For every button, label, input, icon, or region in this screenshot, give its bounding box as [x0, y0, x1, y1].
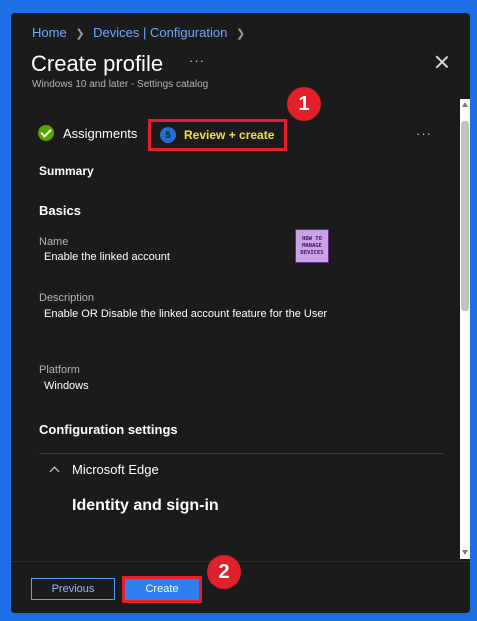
create-button[interactable]: Create [125, 579, 199, 600]
chevron-right-icon: ❯ [235, 28, 246, 40]
description-label: Description [39, 292, 95, 304]
breadcrumb: Home ❯ Devices | Configuration ❯ [32, 25, 250, 40]
description-value: Enable OR Disable the linked account fea… [44, 308, 328, 320]
create-button-highlight: Create [122, 576, 202, 603]
step-review-create[interactable]: 5 Review + create [148, 119, 287, 151]
page-subtitle: Windows 10 and later - Settings catalog [32, 79, 209, 90]
name-value: Enable the linked account [44, 251, 170, 263]
scrollbar-thumb[interactable] [461, 121, 469, 311]
platform-label: Platform [39, 364, 80, 376]
annotation-badge-2: 2 [207, 555, 241, 589]
truncated-setting-row [91, 555, 321, 559]
chevron-up-icon[interactable] [49, 466, 60, 477]
step-label: Review + create [184, 128, 275, 142]
summary-heading: Summary [39, 164, 94, 178]
basics-heading: Basics [39, 203, 81, 218]
how-to-manage-devices-logo: HOW TO MANAGE DEVICES [295, 229, 329, 263]
scroll-down-icon[interactable] [462, 550, 468, 555]
step-label: Assignments [63, 125, 138, 141]
annotation-badge-1: 1 [287, 87, 321, 121]
create-profile-panel: Home ❯ Devices | Configuration ❯ Create … [11, 13, 470, 613]
platform-value: Windows [44, 380, 89, 392]
category-title: Identity and sign-in [72, 497, 219, 514]
divider [39, 453, 443, 454]
checkmark-icon [38, 125, 54, 141]
settings-group-microsoft-edge[interactable]: Microsoft Edge [72, 462, 159, 477]
step-assignments[interactable]: Assignments [38, 125, 137, 141]
breadcrumb-devices-configuration[interactable]: Devices | Configuration [93, 25, 227, 40]
breadcrumb-home[interactable]: Home [32, 25, 67, 40]
scroll-up-icon[interactable] [462, 102, 468, 107]
scrollbar[interactable] [460, 99, 470, 559]
page-title: Create profile [31, 51, 164, 76]
previous-button[interactable]: Previous [31, 578, 115, 600]
step-number-icon: 5 [160, 127, 176, 143]
name-label: Name [39, 236, 69, 248]
chevron-right-icon: ❯ [75, 28, 85, 40]
more-options-icon[interactable]: ··· [189, 53, 205, 68]
close-icon[interactable] [435, 55, 449, 69]
more-steps-icon[interactable]: ··· [416, 126, 432, 141]
configuration-settings-heading: Configuration settings [39, 422, 178, 437]
